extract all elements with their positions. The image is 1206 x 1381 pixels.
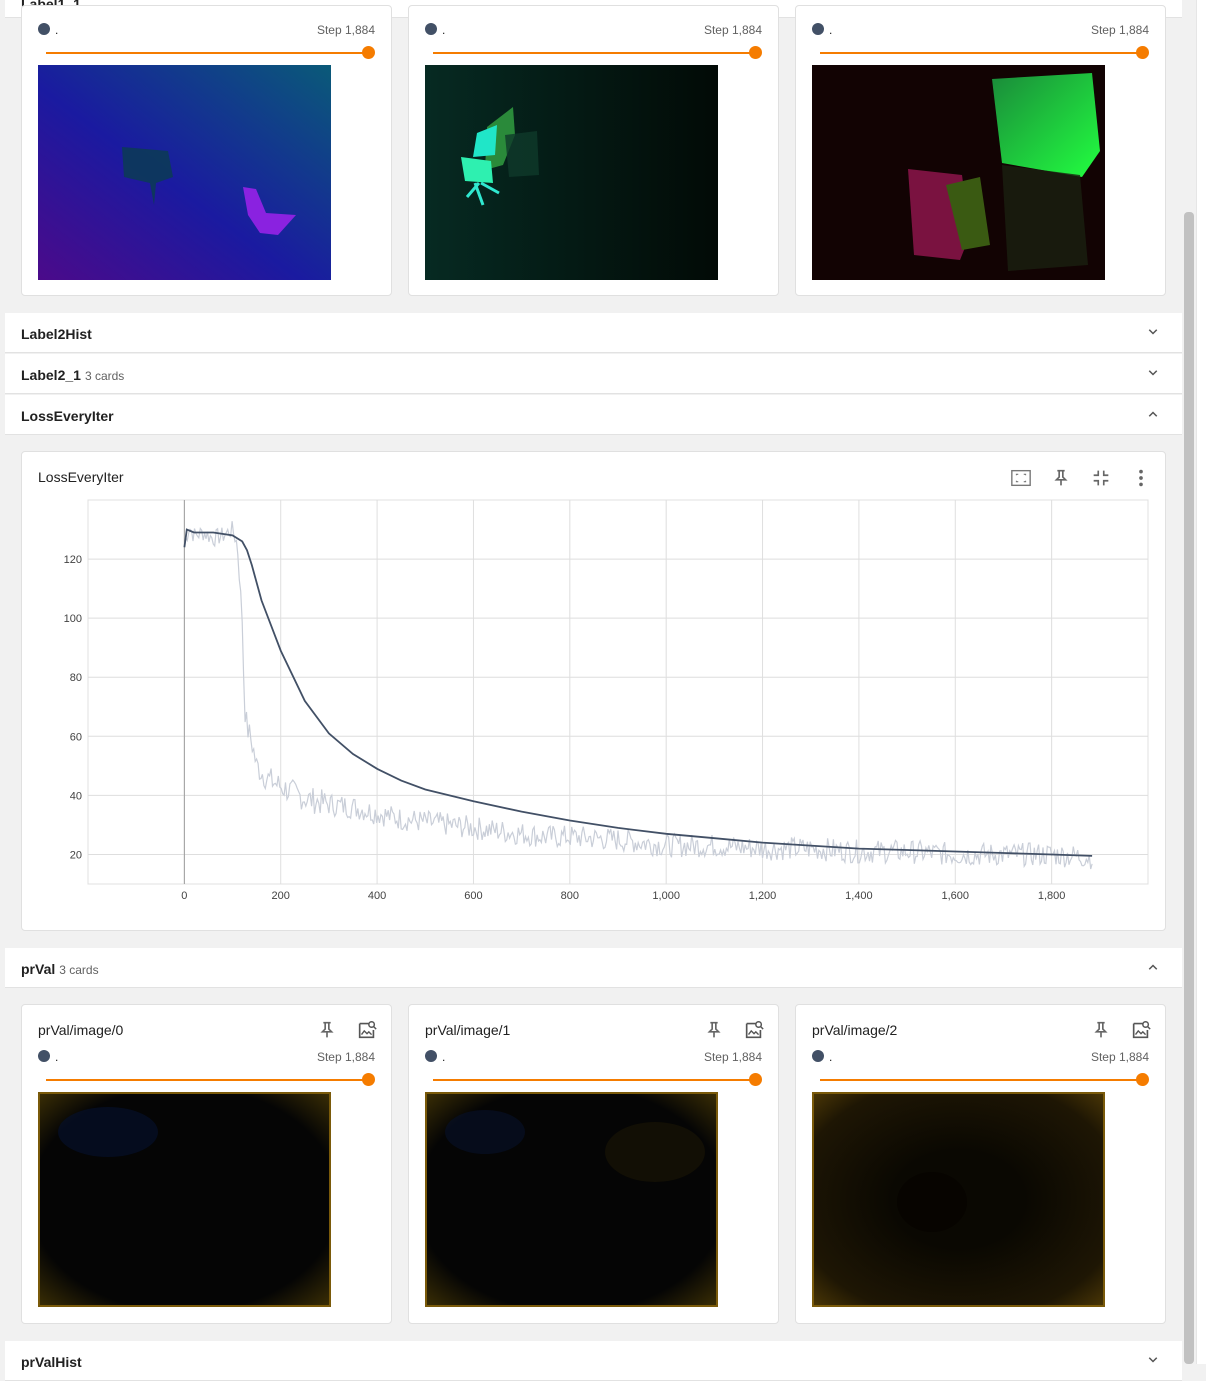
right-pane-edge (1196, 0, 1206, 1364)
depth-image-1 (425, 65, 718, 280)
x-tick-label: 600 (464, 890, 482, 902)
main-content: Label1_1 . Step 1,884 . Step 1,884 (5, 0, 1182, 1381)
prediction-image-1 (425, 1092, 718, 1307)
pin-icon[interactable] (1090, 1019, 1112, 1041)
y-tick-label: 40 (70, 790, 82, 802)
image-card-prval-1: prVal/image/1 . Step 1,884 (408, 1004, 779, 1324)
group-card-count: 3 cards (59, 963, 99, 977)
run-color-dot (812, 23, 824, 35)
step-slider-thumb[interactable] (1136, 1073, 1149, 1086)
y-tick-label: 120 (64, 554, 82, 566)
step-slider[interactable] (433, 1079, 755, 1081)
group-header-loss[interactable]: LossEveryIter (5, 395, 1182, 435)
step-label: Step 1,884 (703, 1050, 762, 1064)
chevron-down-icon[interactable] (1144, 1351, 1162, 1369)
loss-line-chart[interactable]: 0 200 400 600 800 1,000 1,200 1,400 1,600 1,800 20… (22, 452, 1167, 930)
plot-area (87, 499, 1149, 885)
run-color-dot (38, 1050, 50, 1062)
card-title: prVal/image/0 (38, 1022, 124, 1038)
step-slider-thumb[interactable] (362, 46, 375, 59)
image-card-prval-0: prVal/image/0 . Step 1,884 (21, 1004, 392, 1324)
prediction-image-0 (38, 1092, 331, 1307)
run-label: . (829, 1050, 833, 1064)
chevron-down-icon[interactable] (1144, 364, 1162, 382)
step-slider[interactable] (820, 1079, 1142, 1081)
step-label: Step 1,884 (316, 23, 375, 37)
step-slider[interactable] (46, 1079, 368, 1081)
group-name: Label2Hist (21, 326, 92, 342)
step-slider-thumb[interactable] (1136, 46, 1149, 59)
step-slider-thumb[interactable] (749, 46, 762, 59)
y-tick-label: 20 (70, 849, 82, 861)
x-tick-label: 800 (561, 890, 579, 902)
card-title: prVal/image/2 (812, 1022, 898, 1038)
pin-icon[interactable] (703, 1019, 725, 1041)
run-color-dot (812, 1050, 824, 1062)
chevron-up-icon[interactable] (1144, 405, 1162, 423)
chevron-up-icon[interactable] (1144, 958, 1162, 976)
group-name-text: Label2_1 (21, 367, 81, 383)
run-color-dot (38, 23, 50, 35)
y-tick-label: 80 (70, 672, 82, 684)
prediction-image-2 (812, 1092, 1105, 1307)
group-header-prval[interactable]: prVal 3 cards (5, 948, 1182, 988)
run-color-dot (425, 23, 437, 35)
x-tick-label: 0 (181, 890, 187, 902)
y-tick-label: 60 (70, 731, 82, 743)
image-search-icon[interactable] (743, 1019, 765, 1041)
image-card-prval-2: prVal/image/2 . Step 1,884 (795, 1004, 1166, 1324)
run-label: . (442, 23, 446, 37)
group-header-label2-1[interactable]: Label2_1 3 cards (5, 354, 1182, 394)
group-name: prVal 3 cards (21, 961, 99, 977)
run-label: . (442, 1050, 446, 1064)
group-header-label2hist[interactable]: Label2Hist (5, 313, 1182, 353)
x-tick-label: 1,800 (1038, 890, 1066, 902)
group-name: LossEveryIter (21, 408, 114, 424)
run-label: . (55, 1050, 59, 1064)
image-card-label1-1: . Step 1,884 (408, 5, 779, 296)
step-slider-thumb[interactable] (749, 1073, 762, 1086)
group-name: prValHist (21, 1354, 82, 1370)
card-title: prVal/image/1 (425, 1022, 511, 1038)
image-card-label1-2: . Step 1,884 (795, 5, 1166, 296)
step-label: Step 1,884 (1090, 23, 1149, 37)
image-card-label1-0: . Step 1,884 (21, 5, 392, 296)
vertical-scrollbar[interactable] (1182, 0, 1196, 1364)
run-label: . (55, 23, 59, 37)
group-name-text: prVal (21, 961, 56, 977)
step-label: Step 1,884 (316, 1050, 375, 1064)
image-search-icon[interactable] (356, 1019, 378, 1041)
step-slider[interactable] (820, 52, 1142, 54)
x-tick-label: 1,400 (845, 890, 873, 902)
y-tick-label: 100 (64, 613, 82, 625)
run-color-dot (425, 1050, 437, 1062)
step-slider[interactable] (433, 52, 755, 54)
x-tick-label: 1,000 (652, 890, 680, 902)
group-card-count: 3 cards (84, 369, 125, 383)
scalar-card-loss: LossEveryIter 0 200 400 600 800 1,000 1,200 1,4… (21, 451, 1166, 931)
step-label: Step 1,884 (1090, 1050, 1149, 1064)
group-header-prvalhist[interactable]: prValHist (5, 1341, 1182, 1381)
image-search-icon[interactable] (1130, 1019, 1152, 1041)
pin-icon[interactable] (316, 1019, 338, 1041)
step-slider-thumb[interactable] (362, 1073, 375, 1086)
step-label: Step 1,884 (703, 23, 762, 37)
x-tick-label: 200 (272, 890, 290, 902)
x-tick-label: 1,200 (749, 890, 777, 902)
chevron-down-icon[interactable] (1144, 323, 1162, 341)
scrollbar-thumb[interactable] (1184, 212, 1194, 1364)
depth-image-0 (38, 65, 331, 280)
depth-image-2 (812, 65, 1105, 280)
step-slider[interactable] (46, 52, 368, 54)
x-tick-label: 400 (368, 890, 386, 902)
run-label: . (829, 23, 833, 37)
group-name: Label2_1 3 cards (21, 367, 124, 383)
x-tick-label: 1,600 (942, 890, 970, 902)
